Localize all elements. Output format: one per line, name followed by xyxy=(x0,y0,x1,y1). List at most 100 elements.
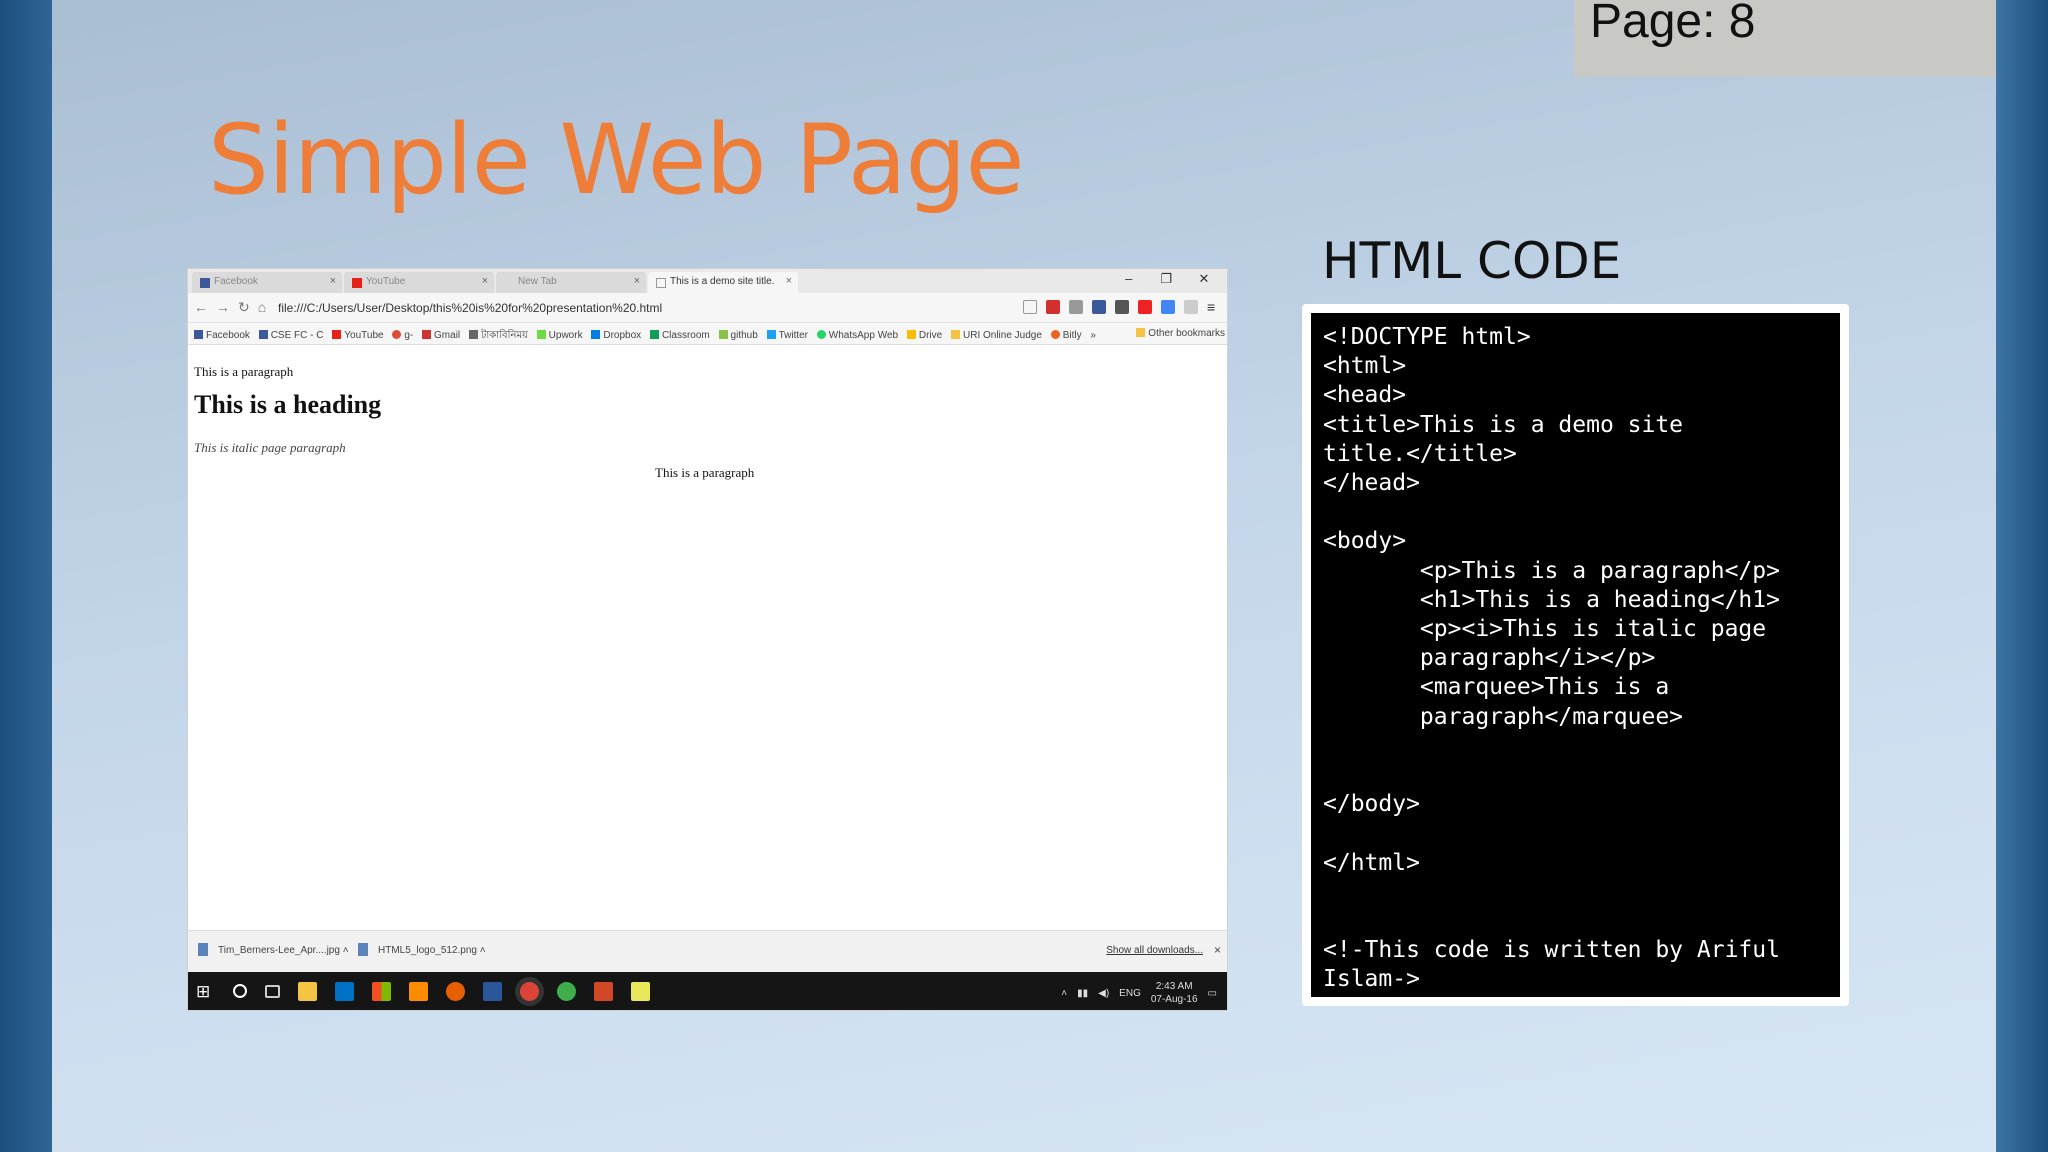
menu-icon[interactable]: ≡ xyxy=(1207,300,1221,314)
windows-start-icon[interactable]: ⊞ xyxy=(196,982,215,1001)
bookmark-label: URI Online Judge xyxy=(963,330,1042,341)
task-view-icon[interactable] xyxy=(265,985,280,998)
bookmark-label: YouTube xyxy=(344,330,384,341)
bookmark-label: Twitter xyxy=(778,330,809,341)
app-icon[interactable] xyxy=(409,982,428,1001)
other-bookmarks[interactable]: Other bookmarks xyxy=(1130,323,1225,339)
bookmark-item[interactable]: Upwork xyxy=(531,325,583,341)
bookmark-item[interactable]: YouTube xyxy=(326,325,384,341)
download-item[interactable]: HTML5_logo_512.png ˄ xyxy=(358,943,486,956)
extension-icon[interactable] xyxy=(1184,300,1198,314)
bookmark-label: Gmail xyxy=(434,330,461,341)
bookmark-label: টাকাবিনিময় xyxy=(480,330,528,341)
system-tray: ˄ ▮▮ ◀) ENG 2:43 AM 07-Aug-16 ▭ xyxy=(1061,980,1217,1006)
chevron-up-icon[interactable]: ˄ xyxy=(343,945,349,956)
bookmark-item[interactable]: URI Online Judge xyxy=(945,325,1042,341)
image-file-icon xyxy=(198,943,208,956)
firefox-icon[interactable] xyxy=(446,982,465,1001)
bookmark-label: Classroom xyxy=(661,330,710,341)
opera-icon[interactable] xyxy=(1138,300,1152,314)
volume-icon[interactable]: ◀) xyxy=(1098,988,1109,999)
bookmark-item[interactable]: CSE FC - C xyxy=(253,325,324,341)
bookmark-overflow[interactable]: » xyxy=(1084,325,1096,341)
forward-icon[interactable]: → xyxy=(216,299,238,315)
url-field[interactable]: file:///C:/Users/User/Desktop/this%20is%… xyxy=(278,301,662,315)
tab-facebook[interactable]: Facebook × xyxy=(192,272,342,293)
extension-icon[interactable] xyxy=(1161,300,1175,314)
bookmark-item[interactable]: Twitter xyxy=(761,325,808,341)
restore-button[interactable]: ❐ xyxy=(1149,271,1183,287)
close-icon[interactable]: × xyxy=(1214,943,1221,957)
home-icon[interactable]: ⌂ xyxy=(258,299,274,315)
html-code-block: <!DOCTYPE html> <html> <head> <title>Thi… xyxy=(1311,313,1840,997)
tab-label: Facebook xyxy=(214,276,258,287)
close-icon[interactable]: × xyxy=(330,275,336,287)
tab-youtube[interactable]: YouTube × xyxy=(344,272,494,293)
bookmark-label: CSE FC - C xyxy=(270,330,324,341)
right-accent-bar xyxy=(1996,0,2048,1152)
tab-bar: Facebook × YouTube × New Tab × This is a… xyxy=(188,269,1227,293)
google-plus-icon xyxy=(392,330,402,339)
facebook-icon[interactable] xyxy=(1092,300,1106,314)
app-icon[interactable] xyxy=(557,982,576,1001)
bookmark-item[interactable]: Facebook xyxy=(188,325,250,341)
dropbox-icon xyxy=(591,330,601,339)
bookmark-label: Upwork xyxy=(548,330,583,341)
close-window-button[interactable]: ✕ xyxy=(1187,271,1221,287)
facebook-icon xyxy=(194,330,203,339)
bookmark-label: g- xyxy=(404,330,414,341)
powerpoint-icon[interactable] xyxy=(594,982,613,1001)
minimize-button[interactable]: – xyxy=(1112,271,1146,286)
tab-demo-site[interactable]: This is a demo site title. × xyxy=(648,272,798,293)
bookmark-item[interactable]: Gmail xyxy=(416,325,460,341)
twitter-icon xyxy=(766,330,776,339)
notification-icon[interactable]: ▭ xyxy=(1208,988,1217,999)
notes-icon[interactable] xyxy=(631,982,650,1001)
star-icon[interactable] xyxy=(1023,300,1037,314)
back-icon[interactable]: ← xyxy=(194,299,216,315)
paragraph-text: This is a paragraph xyxy=(194,364,294,379)
bookmark-item[interactable]: টাকাবিনিময় xyxy=(463,323,528,345)
bookmark-label: Dropbox xyxy=(603,330,642,341)
taskbar-icons: ⊞ xyxy=(196,982,650,1001)
bookmark-item[interactable]: Drive xyxy=(901,325,942,341)
bookmark-item[interactable]: WhatsApp Web xyxy=(811,325,898,341)
bookmarks-bar: Facebook CSE FC - C YouTube g- Gmail টাক… xyxy=(188,323,1227,345)
chevron-up-icon[interactable]: ˄ xyxy=(1061,988,1067,999)
reload-icon[interactable]: ↻ xyxy=(238,299,258,315)
folder-icon xyxy=(951,330,960,339)
download-item[interactable]: Tim_Berners-Lee_Apr....jpg ˄ xyxy=(198,943,349,956)
bookmark-item[interactable]: Dropbox xyxy=(585,325,641,341)
bookmark-item[interactable]: Classroom xyxy=(644,325,710,341)
page-number: Page: 8 xyxy=(1590,0,1756,48)
download-label: HTML5_logo_512.png xyxy=(378,945,477,956)
outlook-icon[interactable] xyxy=(335,982,354,1001)
close-icon[interactable]: × xyxy=(786,275,792,287)
store-icon[interactable] xyxy=(372,982,391,1001)
chevron-up-icon[interactable]: ˄ xyxy=(480,945,486,956)
language-indicator[interactable]: ENG xyxy=(1119,988,1141,999)
clock[interactable]: 2:43 AM 07-Aug-16 xyxy=(1151,980,1198,1006)
image-file-icon xyxy=(358,943,368,956)
show-all-downloads-link[interactable]: Show all downloads... xyxy=(1106,945,1203,956)
chrome-icon[interactable] xyxy=(520,982,539,1001)
facebook-icon xyxy=(200,278,210,288)
code-heading: HTML CODE xyxy=(1322,232,1622,290)
bookmark-item[interactable]: g- xyxy=(386,325,413,341)
close-icon[interactable]: × xyxy=(634,275,640,287)
whatsapp-icon xyxy=(816,330,826,339)
search-icon[interactable] xyxy=(233,984,247,998)
extension-icon[interactable] xyxy=(1046,300,1060,314)
tab-new-tab[interactable]: New Tab × xyxy=(496,272,646,293)
bookmark-item[interactable]: Bitly xyxy=(1045,325,1082,341)
heading-text: This is a heading xyxy=(194,390,382,419)
word-icon[interactable] xyxy=(483,982,502,1001)
bookmark-item[interactable]: github xyxy=(713,325,758,341)
extension-icon[interactable] xyxy=(1069,300,1083,314)
italic-paragraph: This is italic page paragraph xyxy=(194,440,346,455)
w-icon xyxy=(468,330,478,339)
close-icon[interactable]: × xyxy=(482,275,488,287)
file-explorer-icon[interactable] xyxy=(298,982,317,1001)
network-icon[interactable]: ▮▮ xyxy=(1077,988,1088,999)
extension-icon[interactable] xyxy=(1115,300,1129,314)
